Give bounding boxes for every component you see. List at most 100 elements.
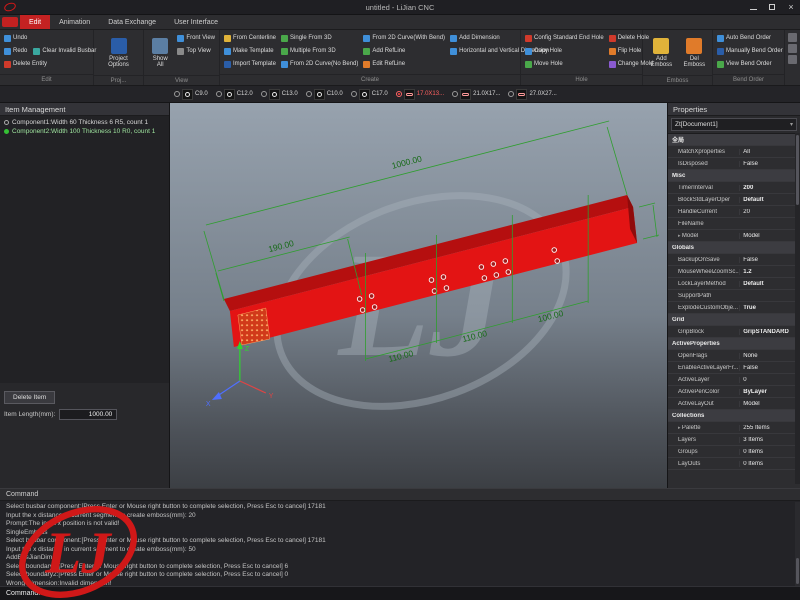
config-standard-end-hole-button[interactable]: Config Standard End Hole xyxy=(524,32,605,44)
tree-item[interactable]: Component2:Width 100 Thickness 10 R0, co… xyxy=(0,127,169,136)
multiple-from-3d-button[interactable]: Multiple From 3D xyxy=(280,45,359,57)
property-value[interactable]: 3 Items xyxy=(739,437,800,443)
menu-tab[interactable]: Edit xyxy=(20,15,50,29)
panel-toggle-icon[interactable] xyxy=(788,33,797,42)
hole-size-option[interactable]: 27.0X27... xyxy=(506,89,558,100)
property-row[interactable]: SupportPath xyxy=(668,290,800,302)
add-emboss-button[interactable]: Add Emboss xyxy=(646,32,677,73)
panel-toggle-icon[interactable] xyxy=(788,55,797,64)
view-bend-order-button[interactable]: View Bend Order xyxy=(716,58,784,70)
properties-object-selector[interactable]: Zt[Document1] ▾ xyxy=(671,118,797,131)
add-refline-button[interactable]: Add RefLine xyxy=(362,45,446,57)
del-emboss-button[interactable]: Del Emboss xyxy=(680,32,709,73)
viewport[interactable]: LJ xyxy=(170,103,668,488)
menu-tab[interactable]: Animation xyxy=(50,15,99,29)
project-options-button[interactable]: Project Options xyxy=(97,32,140,73)
hole-size-option[interactable]: C10.0 xyxy=(304,89,345,100)
property-value[interactable]: Model xyxy=(739,401,800,407)
move-hole-button[interactable]: Move Hole xyxy=(524,58,605,70)
property-row[interactable]: Collections xyxy=(668,410,800,422)
viewport-canvas[interactable]: LJ xyxy=(170,103,667,488)
hole-size-option[interactable]: 21.0X17... xyxy=(450,89,502,100)
properties-scrollbar[interactable] xyxy=(795,133,800,484)
property-value[interactable]: 0 xyxy=(739,377,800,383)
property-row[interactable]: Palette 255 Items xyxy=(668,422,800,434)
show-all-button[interactable]: Show All xyxy=(147,32,173,73)
delete-entity-button[interactable]: Delete Entity xyxy=(3,58,48,70)
property-row[interactable]: BackupOnSave False xyxy=(668,254,800,266)
copy-hole-button[interactable]: Copy Hole xyxy=(524,45,605,57)
import-template-button[interactable]: Import Template xyxy=(223,58,277,70)
clear-invalid-busbar-button[interactable]: Clear Invalid Busbar xyxy=(32,45,97,57)
property-row[interactable]: BlockStdLayerOper Default xyxy=(668,194,800,206)
property-value[interactable]: Default xyxy=(739,281,800,287)
app-menu-icon[interactable] xyxy=(2,17,18,27)
auto-bend-order-button[interactable]: Auto Bend Order xyxy=(716,32,784,44)
property-value[interactable]: 0 Items xyxy=(739,449,800,455)
property-row[interactable]: FileName xyxy=(668,218,800,230)
make-template-button[interactable]: Make Template xyxy=(223,45,277,57)
menu-tab[interactable]: User Interface xyxy=(165,15,227,29)
property-row[interactable]: 全局 xyxy=(668,134,800,146)
property-row[interactable]: ActiveLayer 0 xyxy=(668,374,800,386)
property-row[interactable]: ActivePenColor ByLayer xyxy=(668,386,800,398)
minimize-button[interactable] xyxy=(744,1,762,14)
front-view-button[interactable]: Front View xyxy=(176,32,216,44)
property-row[interactable]: ExplodeCustomObje... True xyxy=(668,302,800,314)
property-value[interactable]: All xyxy=(739,149,800,155)
property-value[interactable]: False xyxy=(739,161,800,167)
property-value[interactable]: Default xyxy=(739,197,800,203)
property-row[interactable]: EnableActiveLayerFr... False xyxy=(668,362,800,374)
property-value[interactable]: 255 Items xyxy=(739,425,800,431)
redo-button[interactable]: Redo xyxy=(3,45,28,57)
from-2d-curve-with-bend-button[interactable]: From 2D Curve(With Bend) xyxy=(362,32,446,44)
hole-size-option[interactable]: 17.0X13... xyxy=(394,89,446,100)
property-row[interactable]: TimerInterval 200 xyxy=(668,182,800,194)
property-value[interactable]: Model xyxy=(739,233,800,239)
property-row[interactable]: IsDisposed False xyxy=(668,158,800,170)
manually-bend-order-button[interactable]: Manually Bend Order xyxy=(716,45,784,57)
hole-size-option[interactable]: C17.0 xyxy=(349,89,390,100)
close-button[interactable]: × xyxy=(782,1,800,14)
property-value[interactable]: False xyxy=(739,365,800,371)
property-row[interactable]: ActiveLayOut Model xyxy=(668,398,800,410)
command-input[interactable]: Command: xyxy=(0,586,800,600)
from-centerline-button[interactable]: From Centerline xyxy=(223,32,277,44)
top-view-button[interactable]: Top View xyxy=(176,45,216,57)
property-row[interactable]: MatchXproperties All xyxy=(668,146,800,158)
panel-toggle-icon[interactable] xyxy=(788,44,797,53)
hole-size-option[interactable]: C9.0 xyxy=(172,89,210,100)
property-value[interactable]: ByLayer xyxy=(739,389,800,395)
property-value[interactable]: 200 xyxy=(739,185,800,191)
undo-button[interactable]: Undo xyxy=(3,32,28,44)
property-row[interactable]: LayOuts 0 Items xyxy=(668,458,800,470)
property-value[interactable]: GripSTANDARD xyxy=(739,329,800,335)
property-row[interactable]: LockLayerMethod Default xyxy=(668,278,800,290)
property-row[interactable]: GripBlock GripSTANDARD xyxy=(668,326,800,338)
property-row[interactable]: Model Model xyxy=(668,230,800,242)
edit-refline-button[interactable]: Edit RefLine xyxy=(362,58,446,70)
property-row[interactable]: Groups 0 Items xyxy=(668,446,800,458)
property-row[interactable]: OpenFlags None xyxy=(668,350,800,362)
menu-tab[interactable]: Data Exchange xyxy=(99,15,165,29)
single-from-3d-button[interactable]: Single From 3D xyxy=(280,32,359,44)
property-value[interactable]: None xyxy=(739,353,800,359)
property-row[interactable]: Globals xyxy=(668,242,800,254)
property-value[interactable]: 0 Items xyxy=(739,461,800,467)
item-length-field[interactable]: 1000.00 xyxy=(59,409,117,420)
emboss-patch[interactable] xyxy=(238,308,270,345)
property-row[interactable]: MouseWheelZoomSc... 1.2 xyxy=(668,266,800,278)
tree-item[interactable]: Component1:Width 60 Thickness 6 R5, coun… xyxy=(0,118,169,127)
property-row[interactable]: ActiveProperties xyxy=(668,338,800,350)
from-2d-curve-no-bend-button[interactable]: From 2D Curve(No Bend) xyxy=(280,58,359,70)
command-scrollbar[interactable] xyxy=(795,502,800,586)
property-value[interactable]: True xyxy=(739,305,800,311)
scrollbar-thumb[interactable] xyxy=(796,135,799,205)
property-row[interactable]: Grid xyxy=(668,314,800,326)
property-value[interactable]: False xyxy=(739,257,800,263)
property-value[interactable]: 1.2 xyxy=(739,269,800,275)
property-row[interactable]: Layers 3 Items xyxy=(668,434,800,446)
property-row[interactable]: Misc xyxy=(668,170,800,182)
property-value[interactable]: 20 xyxy=(739,209,800,215)
property-row[interactable]: HandleCurrent 20 xyxy=(668,206,800,218)
